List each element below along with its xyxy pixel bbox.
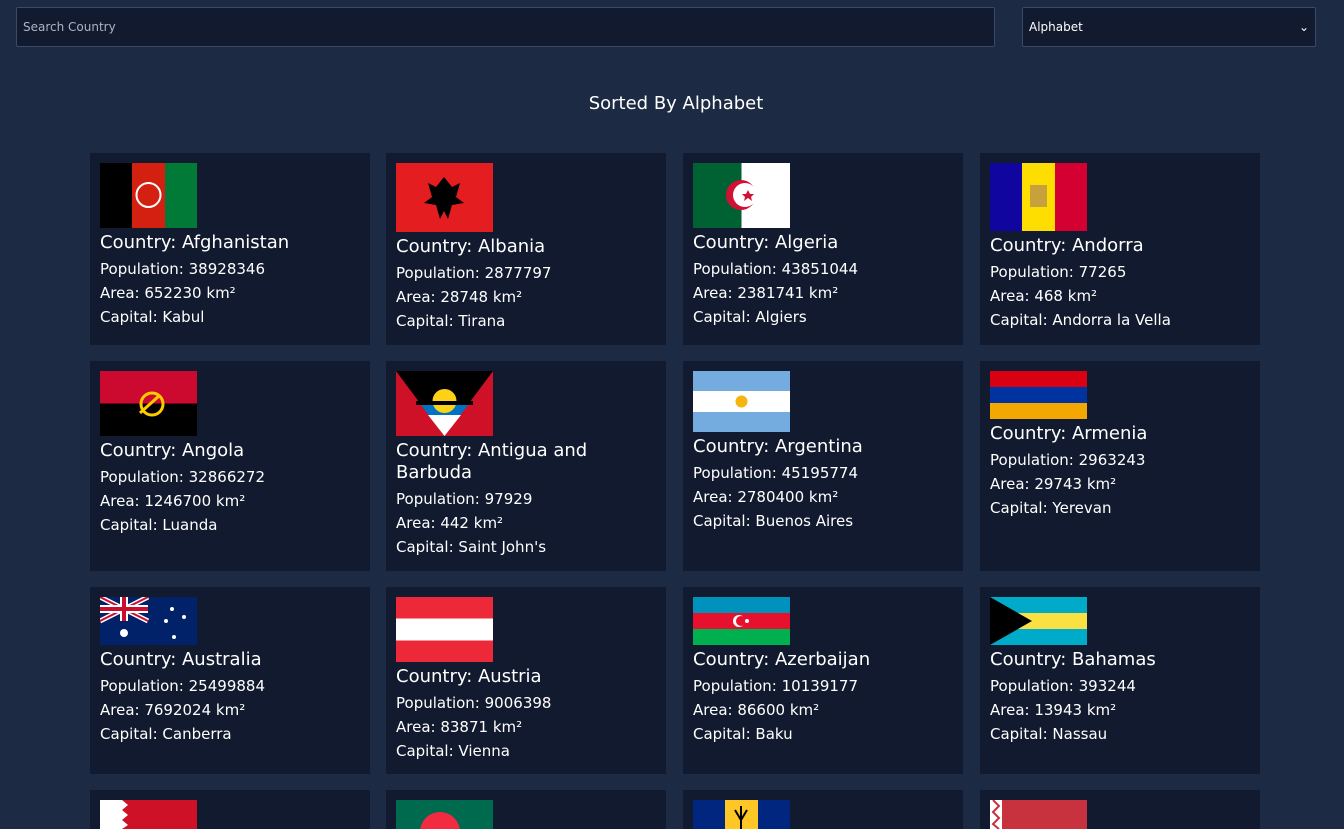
capital: Capital: Tirana <box>396 312 506 330</box>
country-name: Country: Azerbaijan <box>693 649 871 670</box>
country-card[interactable]: Country: Austria Population: 9006398 Are… <box>386 587 666 774</box>
albania-flag <box>396 163 493 232</box>
search-field[interactable] <box>16 7 995 47</box>
capital: Capital: Canberra <box>100 725 232 743</box>
country-card[interactable]: Country: Bahamas Population: 393244 Area… <box>980 587 1260 774</box>
capital: Capital: Baku <box>693 725 793 743</box>
population: Population: 9006398 <box>396 694 552 712</box>
country-card[interactable] <box>683 790 963 829</box>
capital: Capital: Yerevan <box>990 499 1112 517</box>
chevron-down-icon: ⌄ <box>1298 20 1309 34</box>
country-name: Country: Antigua and Barbuda <box>396 440 588 483</box>
country-card[interactable]: Country: Azerbaijan Population: 10139177… <box>683 587 963 774</box>
country-name: Country: Armenia <box>990 423 1148 444</box>
area: Area: 86600 km² <box>693 701 820 719</box>
country-card[interactable]: Country: Andorra Population: 77265 Area:… <box>980 153 1260 345</box>
country-name: Country: Albania <box>396 236 546 257</box>
area: Area: 2381741 km² <box>693 284 839 302</box>
bangladesh-flag <box>396 800 493 829</box>
andorra-flag <box>990 163 1087 231</box>
area: Area: 29743 km² <box>990 475 1117 493</box>
capital: Capital: Saint John's <box>396 538 547 556</box>
area: Area: 28748 km² <box>396 288 523 306</box>
antigua-flag <box>396 371 493 436</box>
area: Area: 7692024 km² <box>100 701 246 719</box>
country-card[interactable]: Country: Australia Population: 25499884 … <box>90 587 370 774</box>
country-name: Country: Argentina <box>693 436 863 457</box>
country-card[interactable]: Country: Argentina Population: 45195774 … <box>683 361 963 571</box>
armenia-flag <box>990 371 1087 419</box>
country-name: Country: Austria <box>396 666 542 687</box>
country-card[interactable] <box>386 790 666 829</box>
country-name: Country: Bahamas <box>990 649 1156 670</box>
area: Area: 83871 km² <box>396 718 523 736</box>
country-card[interactable]: Country: Albania Population: 2877797 Are… <box>386 153 666 345</box>
australia-flag <box>100 597 197 645</box>
population: Population: 43851044 <box>693 260 858 278</box>
country-card[interactable]: Country: Algeria Population: 43851044 Ar… <box>683 153 963 345</box>
search-input[interactable] <box>21 19 994 35</box>
afghanistan-flag <box>100 163 197 228</box>
population: Population: 77265 <box>990 263 1127 281</box>
population: Population: 38928346 <box>100 260 265 278</box>
azerbaijan-flag <box>693 597 790 645</box>
area: Area: 468 km² <box>990 287 1098 305</box>
area: Area: 442 km² <box>396 514 504 532</box>
capital: Capital: Buenos Aires <box>693 512 854 530</box>
population: Population: 45195774 <box>693 464 858 482</box>
country-name: Country: Australia <box>100 649 262 670</box>
capital: Capital: Andorra la Vella <box>990 311 1171 329</box>
capital: Capital: Nassau <box>990 725 1108 743</box>
barbados-flag <box>693 800 790 829</box>
algeria-flag <box>693 163 790 228</box>
population: Population: 25499884 <box>100 677 265 695</box>
country-name: Country: Angola <box>100 440 245 461</box>
population: Population: 2877797 <box>396 264 552 282</box>
population: Population: 32866272 <box>100 468 265 486</box>
capital: Capital: Luanda <box>100 516 218 534</box>
area: Area: 652230 km² <box>100 284 236 302</box>
country-card[interactable]: Country: Antigua and Barbuda Population:… <box>386 361 666 571</box>
population: Population: 393244 <box>990 677 1136 695</box>
sort-select-value: Alphabet <box>1029 20 1083 34</box>
population: Population: 2963243 <box>990 451 1146 469</box>
belarus-flag <box>990 800 1087 829</box>
area: Area: 2780400 km² <box>693 488 839 506</box>
country-card[interactable]: Country: Afghanistan Population: 3892834… <box>90 153 370 345</box>
capital: Capital: Vienna <box>396 742 510 760</box>
country-card[interactable]: Country: Angola Population: 32866272 Are… <box>90 361 370 571</box>
bahrain-flag <box>100 800 197 829</box>
angola-flag <box>100 371 197 436</box>
country-name: Country: Afghanistan <box>100 232 290 253</box>
sort-select[interactable]: Alphabet ⌄ <box>1022 7 1316 47</box>
population: Population: 10139177 <box>693 677 858 695</box>
country-name: Country: Algeria <box>693 232 839 253</box>
country-card[interactable]: Country: Armenia Population: 2963243 Are… <box>980 361 1260 571</box>
bahamas-flag <box>990 597 1087 645</box>
austria-flag <box>396 597 493 662</box>
country-card[interactable] <box>90 790 370 829</box>
page-title: Sorted By Alphabet <box>588 93 764 114</box>
capital: Capital: Kabul <box>100 308 205 326</box>
population: Population: 97929 <box>396 490 533 508</box>
country-name: Country: Andorra <box>990 235 1144 256</box>
country-card[interactable] <box>980 790 1260 829</box>
area: Area: 13943 km² <box>990 701 1117 719</box>
area: Area: 1246700 km² <box>100 492 246 510</box>
argentina-flag <box>693 371 790 432</box>
capital: Capital: Algiers <box>693 308 807 326</box>
